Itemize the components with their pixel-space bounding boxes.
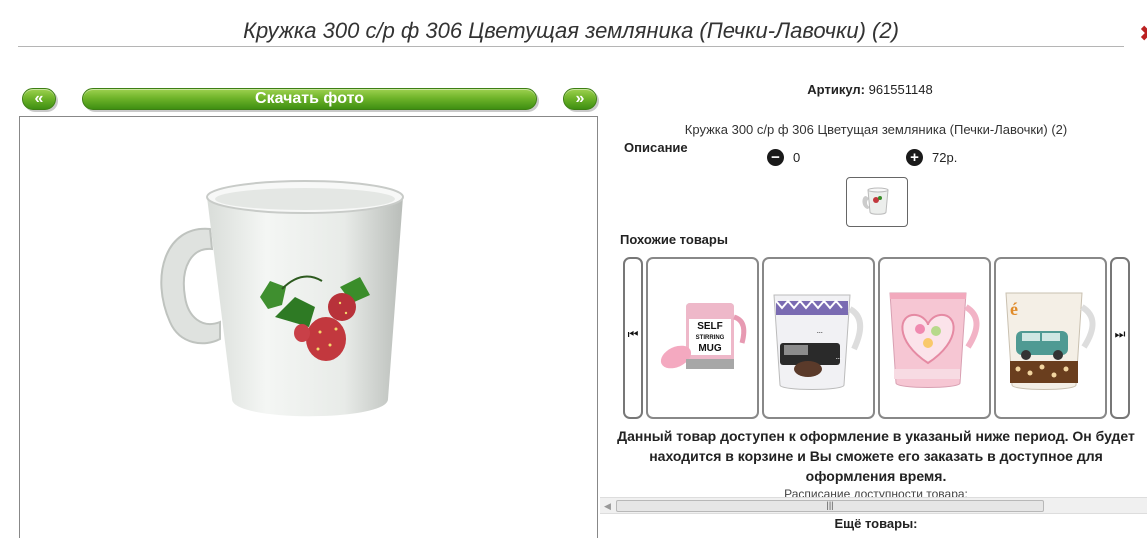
article-value: 961551148 xyxy=(868,82,933,97)
similar-item[interactable]: ... ... xyxy=(762,257,875,419)
print-line: é xyxy=(1010,299,1018,319)
close-icon[interactable]: ✖ xyxy=(1139,22,1147,46)
similar-item[interactable]: é xyxy=(994,257,1107,419)
print-line: SELF xyxy=(697,321,723,332)
strawberry-mug-image xyxy=(160,180,404,417)
print-line: ... xyxy=(836,352,842,361)
similar-item[interactable] xyxy=(878,257,991,419)
product-photo xyxy=(19,116,598,538)
quantity-value: 0 xyxy=(793,150,801,165)
product-name: Кружка 300 с/р ф 306 Цветущая земляника … xyxy=(684,122,1068,137)
print-line: MUG xyxy=(698,343,722,354)
description-label: Описание xyxy=(624,140,688,155)
skip-back-icon: ⏮ xyxy=(627,327,639,341)
quantity-control: − 0 xyxy=(767,149,800,166)
more-products-label: Ещё товары: xyxy=(834,516,918,531)
self-stirring-mug-image: SELF STIRRING MUG xyxy=(660,303,747,369)
mug-thumbnail-image xyxy=(862,187,889,215)
prev-photo-button[interactable]: « xyxy=(22,88,56,110)
scrollbar-grip-icon: ||| xyxy=(826,500,834,510)
car-pattern-mug-image: ... ... xyxy=(773,294,863,390)
similar-products-label: Похожие товары xyxy=(620,232,728,247)
horizontal-scrollbar[interactable]: ◀ ||| xyxy=(600,497,1147,514)
download-photo-button[interactable]: Скачать фото xyxy=(82,88,537,110)
price-control: + 72р. xyxy=(906,149,957,166)
similar-item[interactable]: SELF STIRRING MUG xyxy=(646,257,759,419)
next-photo-button[interactable]: » xyxy=(563,88,597,110)
scroll-left-icon[interactable]: ◀ xyxy=(604,501,611,512)
carousel-next-button[interactable]: ⏭ xyxy=(1110,257,1130,419)
skip-forward-icon: ⏭ xyxy=(1114,327,1126,341)
plus-circle-icon[interactable]: + xyxy=(906,149,923,166)
photo-thumbnail[interactable] xyxy=(846,177,908,227)
price-value: 72р. xyxy=(932,150,958,165)
scrollbar-thumb[interactable]: ||| xyxy=(616,500,1044,512)
availability-schedule-label: Расписание доступности товара: xyxy=(784,487,968,497)
article-line: Артикул: 961551148 xyxy=(620,82,1120,97)
minus-circle-icon[interactable]: − xyxy=(767,149,784,166)
print-line: STIRRING xyxy=(696,335,725,341)
title-divider xyxy=(18,46,1124,47)
page-title: Кружка 300 с/р ф 306 Цветущая земляника … xyxy=(243,18,899,43)
article-label: Артикул: xyxy=(807,82,865,97)
carousel-prev-button[interactable]: ⏮ xyxy=(623,257,643,419)
availability-notice: Данный товар доступен к оформление в ука… xyxy=(617,428,1135,484)
heart-pink-mug-image xyxy=(889,292,980,388)
retro-car-mug-image: é xyxy=(1005,292,1096,390)
print-line: ... xyxy=(817,326,823,335)
